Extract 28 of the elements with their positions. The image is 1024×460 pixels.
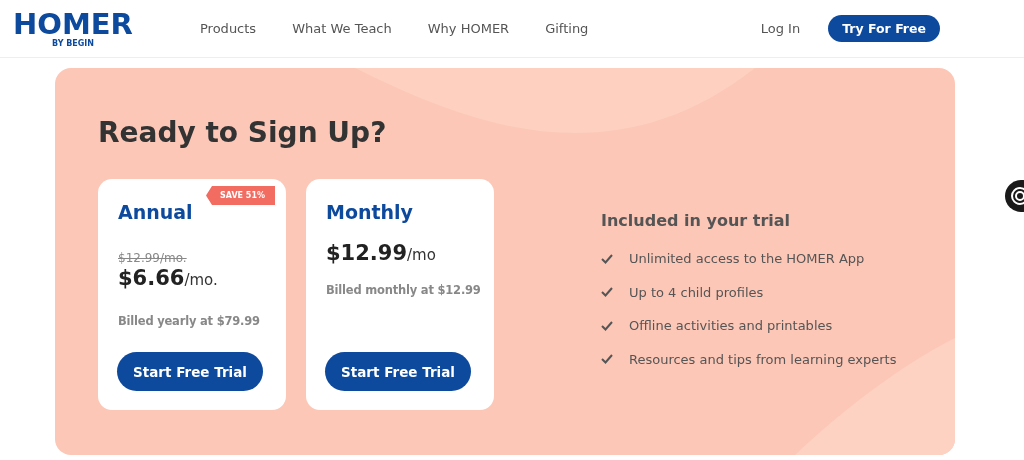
nav-link[interactable]: What We Teach — [292, 21, 392, 36]
plan-name: Annual — [118, 201, 194, 225]
plan-name: Monthly — [326, 201, 414, 225]
check-icon — [601, 320, 613, 331]
check-icon — [601, 287, 613, 298]
logo-byline: BY BEGIN — [51, 38, 94, 49]
billing-note: Billed monthly at $12.99 — [326, 282, 482, 299]
start-trial-button[interactable]: Start Free Trial — [325, 352, 471, 391]
discount-ribbon: SAVE 51% — [206, 186, 275, 205]
start-trial-button[interactable]: Start Free Trial — [117, 352, 263, 391]
billing-note: Billed yearly at $79.99 — [118, 313, 261, 330]
feature-text: Offline activities and printables — [629, 318, 833, 334]
logo-text: HOMER — [13, 8, 133, 39]
plan-price: $6.66/mo. — [118, 266, 219, 290]
check-icon — [601, 354, 613, 365]
try-free-button[interactable]: Try For Free — [828, 15, 940, 42]
login-link[interactable]: Log In — [760, 21, 801, 36]
old-price: $12.99/mo. — [118, 251, 188, 266]
nav-link[interactable]: Products — [200, 21, 257, 36]
nav-link[interactable]: Why HOMER — [427, 21, 510, 36]
plan-price: $12.99/mo — [326, 241, 437, 265]
feature-text: Up to 4 child profiles — [629, 284, 764, 300]
feature-text: Resources and tips from learning experts — [629, 351, 897, 367]
check-icon — [601, 253, 613, 264]
included-heading: Included in your trial — [601, 211, 792, 230]
feature-text: Unlimited access to the HOMER App — [629, 251, 865, 267]
section-heading: Ready to Sign Up? — [98, 116, 388, 149]
nav-link[interactable]: Gifting — [545, 21, 589, 36]
